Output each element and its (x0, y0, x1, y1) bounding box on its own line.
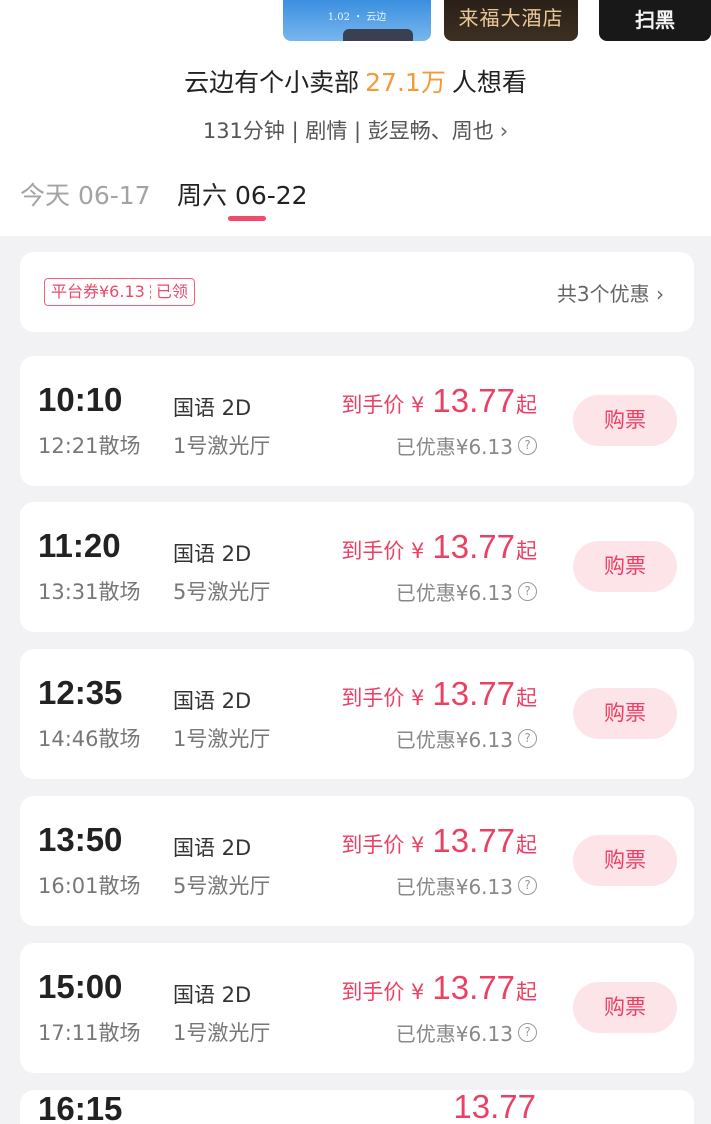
final-price: 到手价 ¥ 13.77 起 (341, 382, 537, 420)
end-time: 17:11散场 (38, 1021, 141, 1045)
session-card[interactable]: 13:50 16:01散场 国语 2D 5号激光厅 到手价 ¥ 13.77 起 已优… (20, 796, 694, 926)
end-time: 13:31散场 (38, 580, 141, 604)
question-icon[interactable]: ? (518, 582, 537, 601)
session-card[interactable]: 15:00 17:11散场 国语 2D 1号激光厅 到手价 ¥ 13.77 起 已优… (20, 943, 694, 1073)
date-tab-today[interactable]: 今天 06-17 (20, 176, 151, 212)
start-time: 15:00 (38, 968, 123, 1005)
question-icon[interactable]: ? (518, 729, 537, 748)
final-price: 到手价 ¥ 13.77 起 (341, 969, 537, 1007)
price-value: 13.77 (453, 1090, 536, 1124)
want-suffix: 人想看 (451, 68, 527, 97)
language-format: 国语 2D (173, 983, 252, 1007)
session-card[interactable]: 10:10 12:21散场 国语 2D 1号激光厅 到手价 ¥ 13.77 起 已优… (20, 356, 694, 486)
start-time: 12:35 (38, 674, 123, 711)
price-suffix: 起 (516, 686, 537, 710)
poster-thumbnail-2[interactable]: 来福大酒店 (444, 0, 578, 41)
price-value: 13.77 (432, 969, 515, 1006)
price-value: 13.77 (432, 382, 515, 419)
final-price: 到手价 ¥ 13.77 起 (341, 528, 537, 566)
buy-ticket-button[interactable]: 购票 (573, 395, 677, 446)
discount-text: 已优惠¥6.13 (395, 875, 513, 899)
start-time: 13:50 (38, 821, 123, 858)
hall-name: 5号激光厅 (173, 580, 271, 604)
movie-meta[interactable]: 131分钟 | 剧情 | 彭昱畅、周也 › (0, 115, 711, 145)
discount-text: 已优惠¥6.13 (395, 581, 513, 605)
discount-text: 已优惠¥6.13 (395, 435, 513, 459)
hall-name: 1号激光厅 (173, 434, 271, 458)
movie-header: 1.02 ・ 云边 来福大酒店 扫黑 云边有个小卖部 27.1万 人想看 131分钟… (0, 0, 711, 236)
date-tab-saturday[interactable]: 周六 06-22 (177, 176, 308, 212)
poster-caption: 来福大酒店 (458, 6, 564, 30)
end-time: 12:21散场 (38, 434, 141, 458)
price-suffix: 起 (516, 539, 537, 563)
price-suffix: 起 (516, 833, 537, 857)
price-suffix: 起 (516, 980, 537, 1004)
price-value: 13.77 (432, 675, 515, 712)
discount-info: 已优惠¥6.13? (396, 1018, 537, 1047)
start-time: 16:15 (38, 1090, 123, 1124)
question-icon[interactable]: ? (518, 876, 537, 895)
poster-caption: 1.02 ・ 云边 (327, 12, 387, 23)
discount-text: 已优惠¥6.13 (395, 728, 513, 752)
hall-name: 1号激光厅 (173, 1021, 271, 1045)
final-price: 13.77 (445, 1090, 537, 1124)
discount-text: 已优惠¥6.13 (395, 1022, 513, 1046)
want-count: 27.1万 (365, 68, 446, 97)
chevron-right-icon: › (499, 119, 509, 143)
active-tab-indicator (228, 216, 266, 221)
hall-name: 5号激光厅 (173, 874, 271, 898)
price-label: 到手价 ¥ (341, 980, 425, 1004)
buy-ticket-button[interactable]: 购票 (573, 982, 677, 1033)
poster-thumbnail-3[interactable]: 扫黑 (599, 0, 711, 41)
poster-thumbnail-1[interactable]: 1.02 ・ 云边 (283, 0, 431, 41)
discount-info: 已优惠¥6.13? (396, 871, 537, 900)
price-label: 到手价 ¥ (341, 539, 425, 563)
coupon-divider (149, 285, 151, 299)
price-label: 到手价 ¥ (341, 833, 425, 857)
end-time: 14:46散场 (38, 727, 141, 751)
buy-ticket-button[interactable]: 购票 (573, 688, 677, 739)
coupon-bar[interactable]: 平台券¥6.13 已领 共3个优惠 › (20, 252, 694, 332)
more-discounts-link[interactable]: 共3个优惠 › (557, 278, 664, 307)
poster-artwork (343, 29, 413, 41)
price-label: 到手价 ¥ (341, 393, 425, 417)
discount-info: 已优惠¥6.13? (396, 577, 537, 606)
discount-info: 已优惠¥6.13? (396, 724, 537, 753)
final-price: 到手价 ¥ 13.77 起 (341, 822, 537, 860)
language-format: 国语 2D (173, 396, 252, 420)
language-format: 国语 2D (173, 836, 252, 860)
coupon-status: 已领 (155, 282, 188, 301)
price-value: 13.77 (432, 822, 515, 859)
movie-title-row: 云边有个小卖部 27.1万 人想看 (0, 63, 711, 99)
final-price: 到手价 ¥ 13.77 起 (341, 675, 537, 713)
discount-info: 已优惠¥6.13? (396, 431, 537, 460)
start-time: 11:20 (38, 527, 121, 564)
buy-ticket-button[interactable]: 购票 (573, 541, 677, 592)
price-suffix: 起 (516, 393, 537, 417)
question-icon[interactable]: ? (518, 436, 537, 455)
start-time: 10:10 (38, 381, 123, 418)
language-format: 国语 2D (173, 689, 252, 713)
hall-name: 1号激光厅 (173, 727, 271, 751)
platform-coupon-badge: 平台券¥6.13 已领 (44, 278, 195, 306)
question-icon[interactable]: ? (518, 1023, 537, 1042)
language-format: 国语 2D (173, 542, 252, 566)
price-label: 到手价 ¥ (341, 686, 425, 710)
price-value: 13.77 (432, 528, 515, 565)
session-card[interactable]: 12:35 14:46散场 国语 2D 1号激光厅 到手价 ¥ 13.77 起 已优… (20, 649, 694, 779)
buy-ticket-button[interactable]: 购票 (573, 835, 677, 886)
session-card[interactable]: 11:20 13:31散场 国语 2D 5号激光厅 到手价 ¥ 13.77 起 已优… (20, 502, 694, 632)
poster-caption: 扫黑 (635, 8, 675, 32)
coupon-amount: 平台券¥6.13 (51, 282, 145, 301)
movie-title: 云边有个小卖部 (184, 68, 360, 97)
movie-meta-text: 131分钟 | 剧情 | 彭昱畅、周也 (202, 119, 494, 143)
session-card-partial[interactable]: 16:15 13.77 (20, 1090, 694, 1124)
end-time: 16:01散场 (38, 874, 141, 898)
